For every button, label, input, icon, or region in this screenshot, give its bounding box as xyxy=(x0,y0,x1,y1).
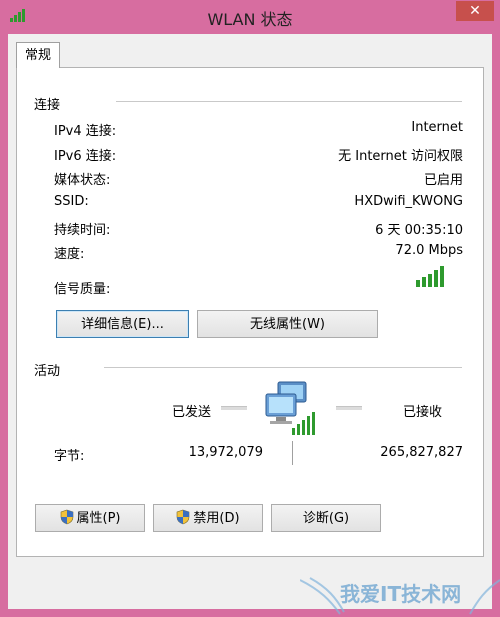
ipv6-value: 无 Internet 访问权限 xyxy=(338,149,463,164)
properties-button-label: 属性(P) xyxy=(76,511,121,526)
disable-button[interactable]: 禁用(D) xyxy=(153,504,263,532)
sent-line xyxy=(221,406,247,410)
bytes-label: 字节: xyxy=(54,449,85,464)
watermark-logo: 我爱IT技术网 xyxy=(300,570,500,617)
details-button[interactable]: 详细信息(E)... xyxy=(56,310,189,338)
speed-label: 速度: xyxy=(54,247,85,262)
window-title: WLAN 状态 xyxy=(207,10,293,29)
ipv6-label: IPv6 连接: xyxy=(54,149,117,164)
diagnose-button[interactable]: 诊断(G) xyxy=(271,504,381,532)
ssid-label: SSID: xyxy=(54,194,89,209)
general-panel: 连接 IPv4 连接: Internet IPv6 连接: 无 Internet… xyxy=(16,67,484,557)
bytes-received-value: 265,827,827 xyxy=(380,445,463,460)
ipv4-label: IPv4 连接: xyxy=(54,124,117,139)
watermark-text: 我爱IT技术网 xyxy=(340,582,462,606)
dialog-body: 常规 连接 IPv4 连接: Internet IPv6 连接: 无 Inter… xyxy=(8,34,492,609)
received-label: 已接收 xyxy=(403,405,443,420)
wireless-properties-button[interactable]: 无线属性(W) xyxy=(197,310,378,338)
uac-shield-icon xyxy=(177,509,190,525)
media-state-label: 媒体状态: xyxy=(54,173,111,188)
duration-value: 6 天 00:35:10 xyxy=(375,223,463,238)
signal-quality-label: 信号质量: xyxy=(54,282,111,297)
properties-button[interactable]: 属性(P) xyxy=(35,504,145,532)
ssid-value: HXDwifi_KWONG xyxy=(354,194,463,209)
disable-button-label: 禁用(D) xyxy=(193,511,240,526)
sent-label: 已发送 xyxy=(172,405,212,420)
title-bar: WLAN 状态 ✕ xyxy=(0,0,500,34)
connection-section-title: 连接 xyxy=(34,98,61,113)
duration-label: 持续时间: xyxy=(54,223,111,238)
section-divider xyxy=(116,101,462,102)
bytes-sent-value: 13,972,079 xyxy=(188,445,263,460)
uac-shield-icon xyxy=(60,509,73,525)
received-line xyxy=(336,406,362,410)
close-icon: ✕ xyxy=(469,3,481,19)
network-computers-icon xyxy=(265,381,315,435)
activity-section-title: 活动 xyxy=(34,364,61,379)
tab-general[interactable]: 常规 xyxy=(16,42,60,68)
ipv4-value: Internet xyxy=(411,120,463,135)
speed-value: 72.0 Mbps xyxy=(395,243,463,258)
media-state-value: 已启用 xyxy=(423,173,463,188)
signal-strength-icon xyxy=(416,266,444,287)
bytes-separator xyxy=(292,441,293,465)
section-divider xyxy=(104,367,462,368)
close-button[interactable]: ✕ xyxy=(456,1,494,21)
